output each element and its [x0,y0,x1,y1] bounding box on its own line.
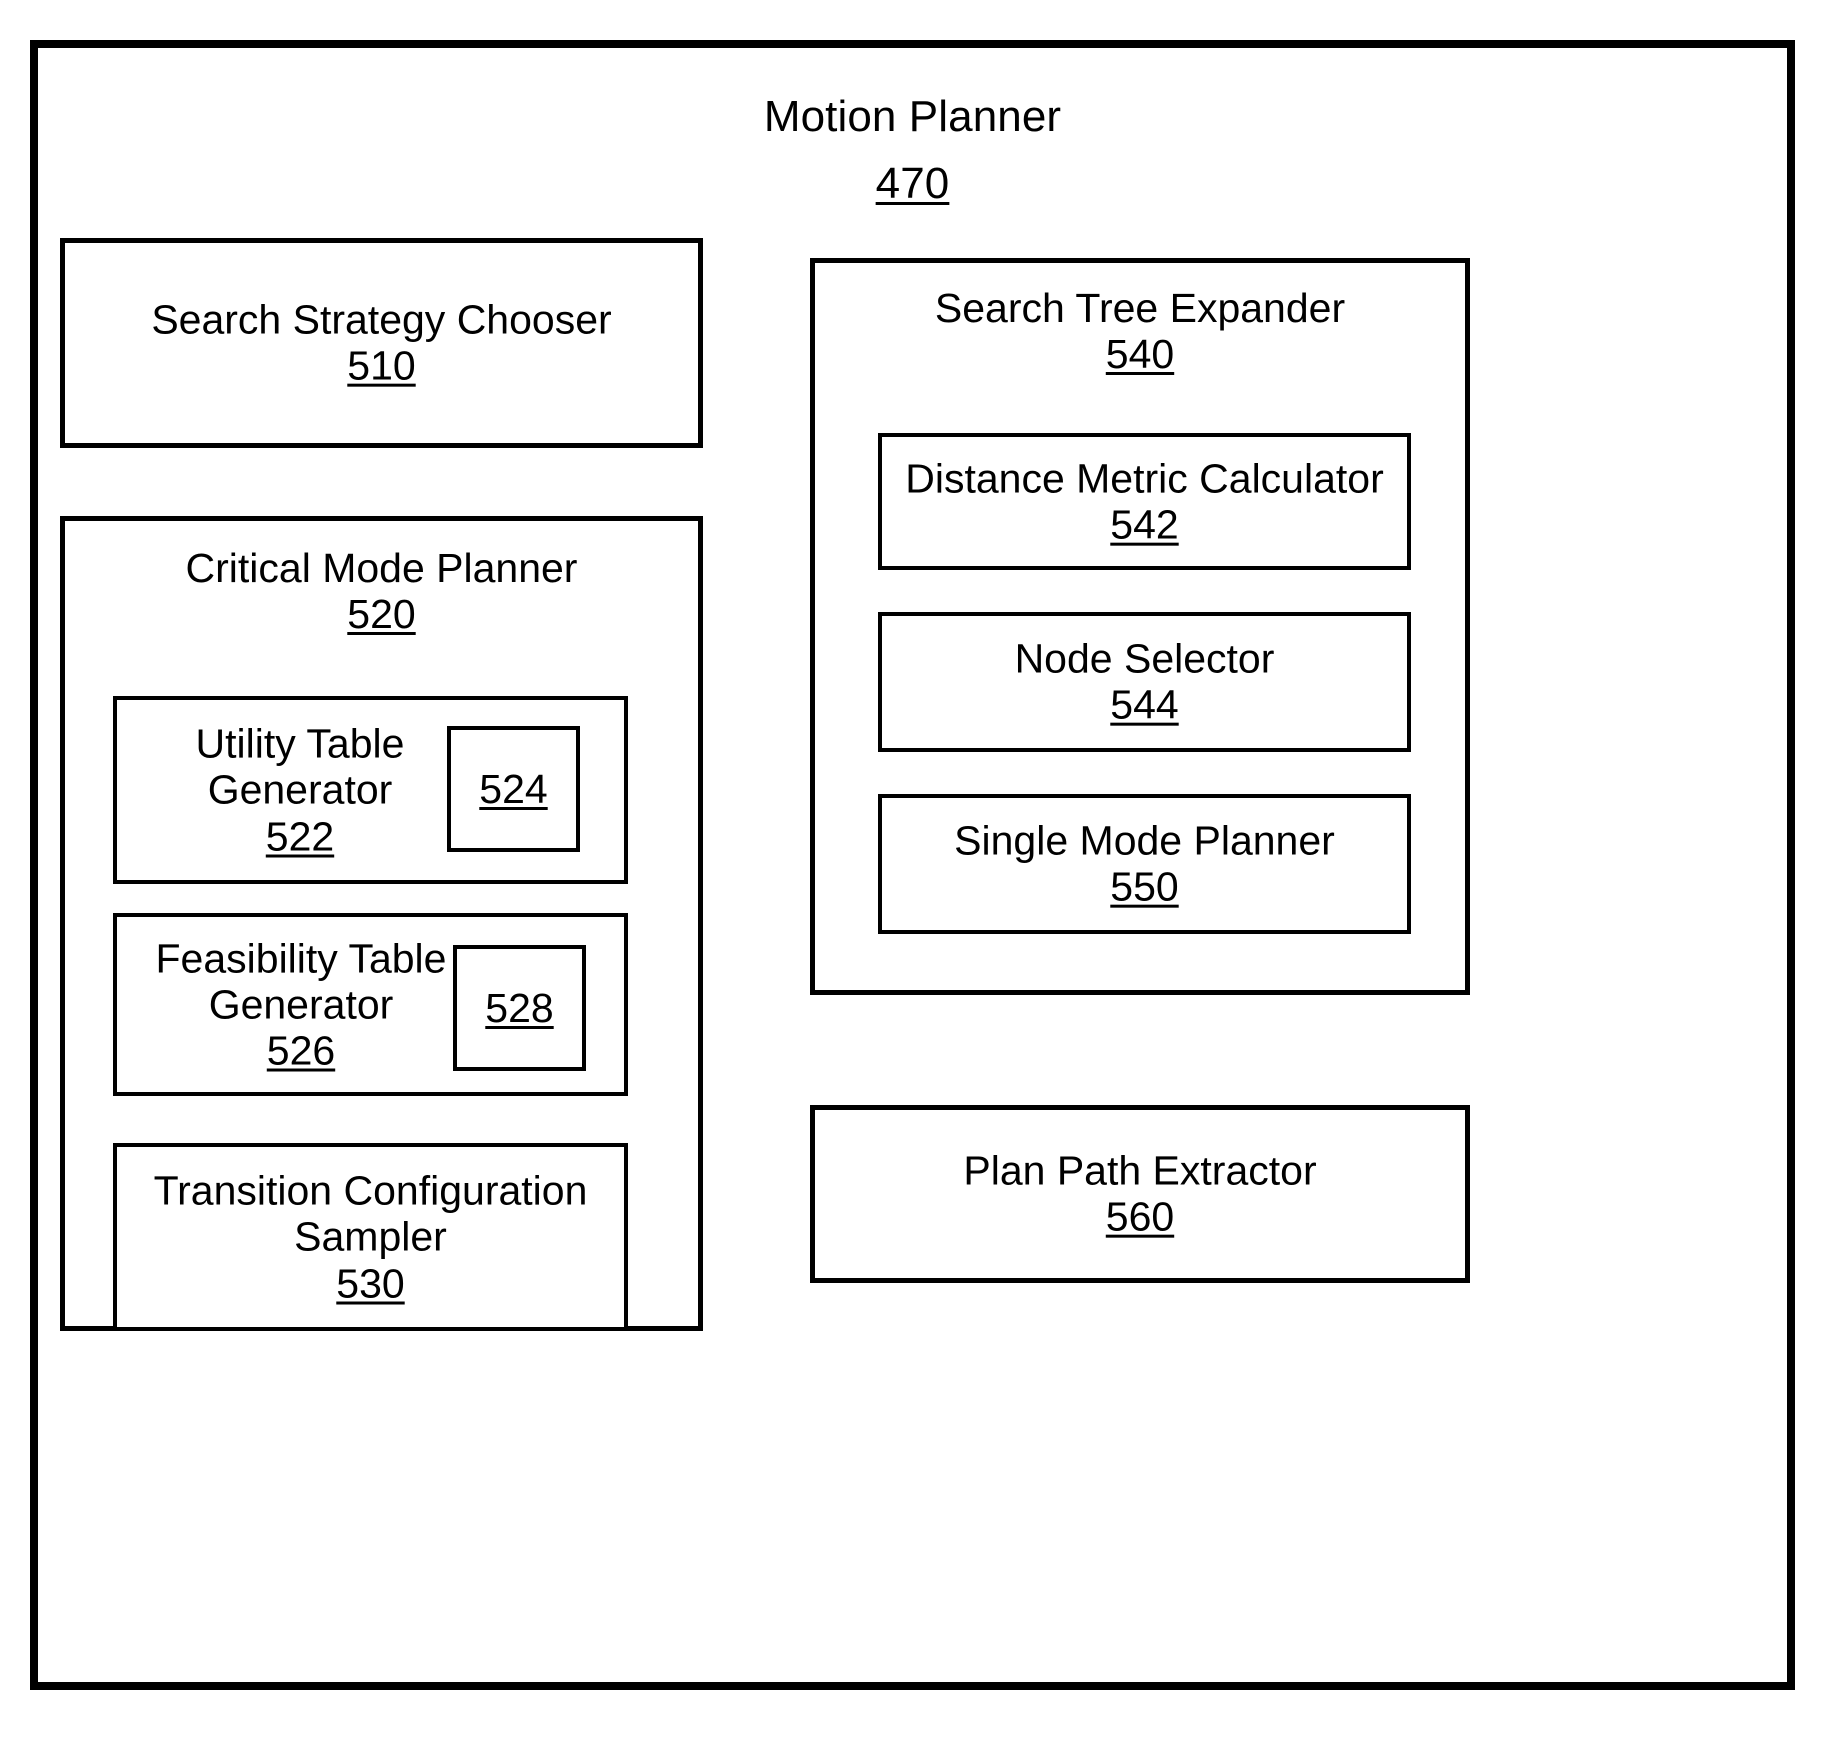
distance-metric-calculator-label: Distance Metric Calculator 542 [882,455,1407,548]
critical-mode-planner-label: Critical Mode Planner 520 [65,545,698,638]
utility-table-generator-title: Utility Table Generator [195,720,405,813]
plan-path-extractor-title: Plan Path Extractor [963,1147,1317,1194]
feasibility-table-generator-title: Feasibility Table Generator [155,935,447,1028]
distance-metric-calculator-title: Distance Metric Calculator [905,455,1384,502]
distance-metric-calculator-ref: 542 [1110,501,1179,548]
block-distance-metric-calculator: Distance Metric Calculator 542 [878,433,1411,570]
search-strategy-chooser-title: Search Strategy Chooser [151,296,612,343]
block-transition-configuration-sampler: Transition Configuration Sampler 530 [113,1143,628,1331]
critical-mode-planner-ref: 520 [347,591,416,638]
figure-canvas: Motion Planner 470 Search Strategy Choos… [0,0,1838,1737]
block-critical-mode-planner: Critical Mode Planner 520 Utility Table … [60,516,703,1331]
block-utility-table-subunit: 524 [447,726,580,852]
plan-path-extractor-label: Plan Path Extractor 560 [815,1148,1465,1241]
transition-configuration-sampler-ref: 530 [336,1260,405,1307]
block-motion-planner: Motion Planner 470 Search Strategy Choos… [30,40,1795,1690]
block-single-mode-planner: Single Mode Planner 550 [878,794,1411,934]
single-mode-planner-label: Single Mode Planner 550 [882,818,1407,911]
search-tree-expander-ref: 540 [1105,331,1175,378]
block-feasibility-table-generator: Feasibility Table Generator 526 528 [113,913,628,1096]
single-mode-planner-title: Single Mode Planner [954,817,1335,864]
transition-configuration-sampler-label: Transition Configuration Sampler 530 [117,1168,624,1307]
feasibility-table-generator-ref: 526 [266,1027,336,1074]
block-feasibility-table-subunit: 528 [453,945,586,1071]
transition-configuration-sampler-title: Transition Configuration Sampler [153,1167,588,1260]
utility-table-subunit-ref: 524 [479,765,548,812]
motion-planner-label: Motion Planner 470 [38,74,1787,226]
plan-path-extractor-ref: 560 [1105,1194,1175,1240]
feasibility-table-generator-label: Feasibility Table Generator 526 [131,935,471,1074]
critical-mode-planner-title: Critical Mode Planner [185,545,578,591]
feasibility-table-subunit-ref: 528 [485,984,554,1031]
single-mode-planner-ref: 550 [1110,864,1179,910]
block-node-selector: Node Selector 544 [878,612,1411,752]
motion-planner-ref: 470 [875,159,950,209]
search-strategy-chooser-label: Search Strategy Chooser 510 [65,297,698,390]
search-tree-expander-title: Search Tree Expander [934,285,1346,331]
utility-table-generator-ref: 522 [265,813,335,860]
search-tree-expander-label: Search Tree Expander 540 [815,285,1465,378]
motion-planner-title: Motion Planner [763,91,1062,141]
node-selector-title: Node Selector [1014,635,1275,682]
block-search-strategy-chooser: Search Strategy Chooser 510 [60,238,703,448]
block-plan-path-extractor: Plan Path Extractor 560 [810,1105,1470,1283]
search-strategy-chooser-ref: 510 [347,343,416,389]
node-selector-label: Node Selector 544 [882,636,1407,729]
block-utility-table-generator: Utility Table Generator 522 524 [113,696,628,884]
node-selector-ref: 544 [1110,682,1179,728]
utility-table-generator-label: Utility Table Generator 522 [135,721,465,860]
block-search-tree-expander: Search Tree Expander 540 Distance Metric… [810,258,1470,995]
